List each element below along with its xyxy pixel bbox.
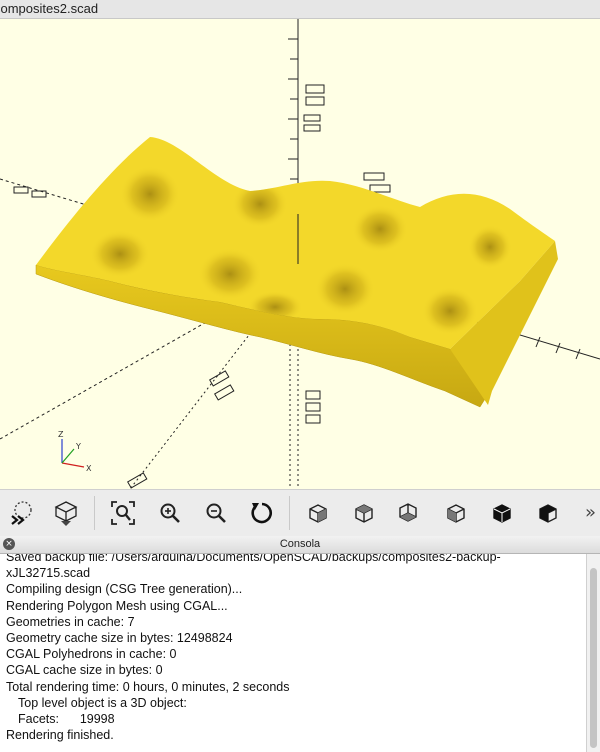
console-line: Total rendering time: 0 hours, 0 minutes…: [6, 679, 290, 694]
toolbar-separator: [94, 496, 95, 530]
viewport-canvas[interactable]: Z Y X: [0, 19, 600, 489]
view-right-icon: [309, 504, 327, 523]
view-left-button[interactable]: [440, 497, 472, 529]
zoom-out-button[interactable]: [200, 497, 232, 529]
view-right-button[interactable]: [302, 497, 334, 529]
view-top-button[interactable]: [348, 497, 380, 529]
console-line: Rendering Polygon Mesh using CGAL...: [6, 598, 228, 613]
console-line: xJL32715.scad: [6, 566, 91, 581]
console-line: Saved backup file: /Users/arduina/Docume…: [6, 554, 501, 564]
console-close-icon[interactable]: ×: [3, 538, 15, 550]
console-title: Consola: [279, 538, 321, 550]
view-top-icon: [355, 504, 373, 523]
gizmo-z-label: Z: [58, 430, 64, 439]
zoom-out-icon: [206, 503, 226, 523]
console-output[interactable]: Saved backup file: /Users/arduina/Docume…: [0, 554, 587, 752]
console-scroll-thumb[interactable]: [590, 568, 597, 748]
reset-view-icon: [251, 502, 272, 524]
console-header: × Consola: [0, 536, 600, 554]
zoom-in-button[interactable]: [154, 497, 186, 529]
window-title: composites2.scad: [0, 1, 99, 16]
console-line: Top level object is a 3D object:: [18, 695, 187, 710]
zoom-fit-icon: [111, 501, 135, 525]
console-line: Geometry cache size in bytes: 12498824: [6, 631, 233, 646]
render-button[interactable]: [50, 497, 82, 529]
reset-view-button[interactable]: [246, 497, 278, 529]
view-toolbar: »: [0, 489, 600, 537]
view-front-button[interactable]: [486, 497, 518, 529]
console-line: Rendering finished.: [6, 728, 114, 743]
view-bottom-icon: [399, 503, 417, 522]
view-all-button[interactable]: [107, 497, 139, 529]
console-line: Facets: 19998: [18, 712, 115, 727]
preview-icon: [11, 501, 32, 525]
axis-ticks-x: [515, 330, 581, 360]
console-scrollbar[interactable]: [587, 554, 600, 752]
toolbar-overflow-button[interactable]: »: [585, 502, 596, 523]
gizmo-y-label: Y: [75, 442, 81, 451]
toolbar-separator: [289, 496, 290, 530]
console-line: CGAL Polyhedrons in cache: 0: [6, 647, 177, 662]
view-left-icon: [447, 504, 465, 523]
view-back-button[interactable]: [532, 497, 564, 529]
preview-button[interactable]: [6, 497, 38, 529]
view-front-icon: [493, 504, 511, 523]
console-line: Compiling design (CSG Tree generation)..…: [6, 582, 243, 597]
render-icon: [54, 501, 78, 526]
gizmo-x-label: X: [86, 464, 92, 473]
console-line: Geometries in cache: 7: [6, 614, 135, 629]
view-bottom-button[interactable]: [392, 497, 424, 529]
console-line: CGAL cache size in bytes: 0: [6, 663, 163, 678]
3d-viewport[interactable]: Z Y X: [0, 19, 600, 489]
view-back-icon: [539, 504, 557, 523]
axis-orientation-gizmo: Z Y X: [58, 430, 92, 473]
zoom-in-icon: [160, 503, 180, 523]
window-titlebar: composites2.scad: [0, 0, 600, 19]
